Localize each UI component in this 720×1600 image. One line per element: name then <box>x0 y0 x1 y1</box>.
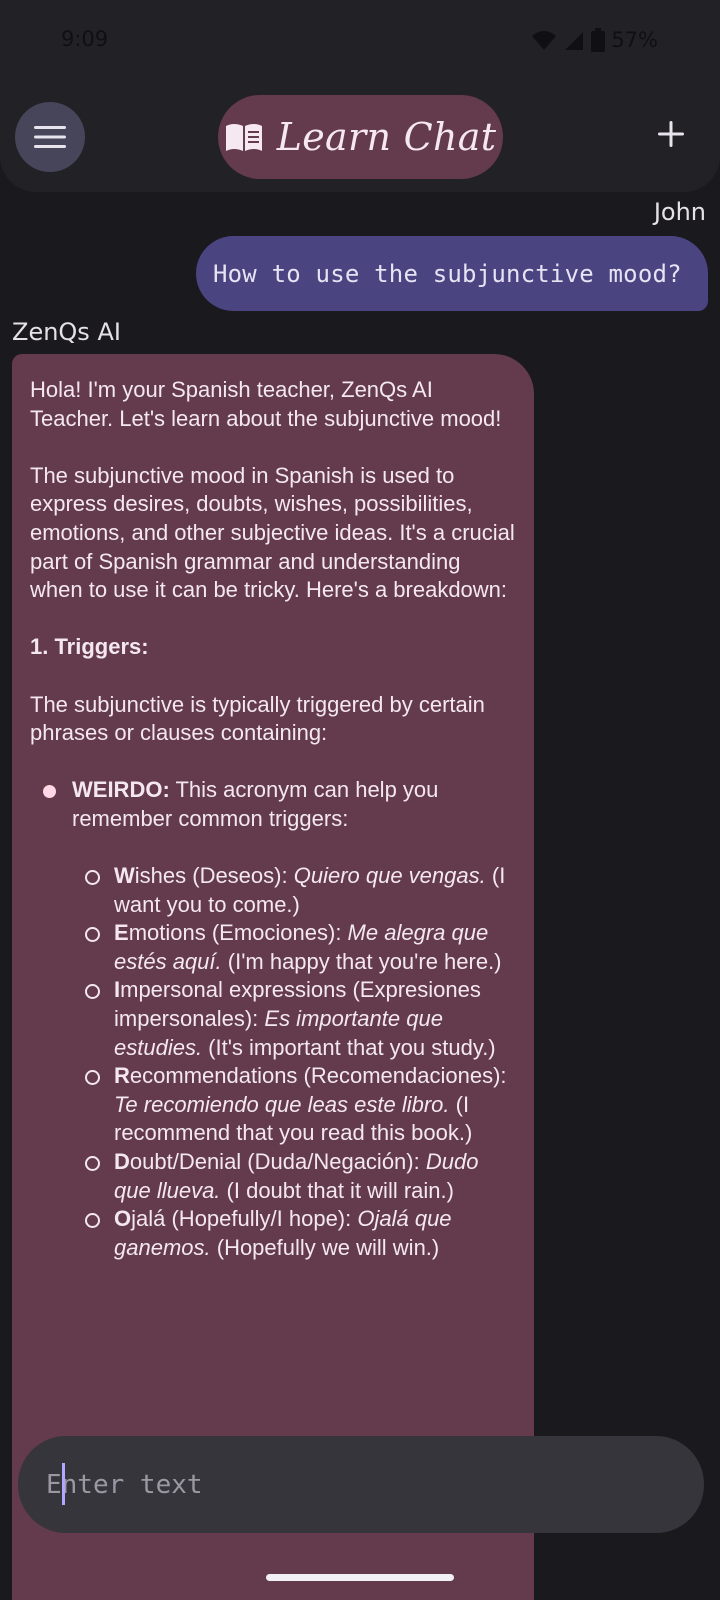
list-item: Ojalá (Hopefully/I hope): Ojalá que gane… <box>72 1205 516 1262</box>
title-pill: Learn Chat <box>218 95 503 179</box>
list-item: Recommendations (Recomendaciones): Te re… <box>72 1062 516 1148</box>
battery-percent: 57% <box>611 28 658 52</box>
trigger-list: WEIRDO: This acronym can help you rememb… <box>30 776 516 1262</box>
plus-icon <box>658 121 684 147</box>
app-bar: Learn Chat <box>0 80 720 192</box>
ai-message-bubble: Hola! I'm your Spanish teacher, ZenQs AI… <box>12 354 534 1600</box>
open-book-icon <box>225 124 262 151</box>
user-message-text: How to use the subjunctive mood? <box>213 259 682 288</box>
trigger-intro-paragraph: The subjunctive is typically triggered b… <box>30 691 485 746</box>
ai-message-content: Hola! I'm your Spanish teacher, ZenQs AI… <box>30 376 516 1262</box>
message-input-container[interactable] <box>18 1436 704 1533</box>
list-item: Wishes (Deseos): Quiero que vengas. (I w… <box>72 862 516 919</box>
section-heading: 1. Triggers: <box>30 634 149 660</box>
battery-icon <box>591 28 606 52</box>
ai-sender-name: ZenQs AI <box>12 318 121 346</box>
list-item: WEIRDO: This acronym can help you rememb… <box>30 776 516 1262</box>
user-sender-name: John <box>653 198 706 226</box>
menu-button[interactable] <box>15 102 85 172</box>
new-chat-button[interactable] <box>643 106 699 162</box>
status-time: 9:09 <box>61 27 109 51</box>
bullet-ring-icon <box>85 1213 100 1229</box>
bullet-ring-icon <box>85 1070 100 1086</box>
hamburger-menu-icon <box>34 126 66 148</box>
weirdo-list: Wishes (Deseos): Quiero que vengas. (I w… <box>72 862 516 1262</box>
user-message-bubble: How to use the subjunctive mood? <box>196 236 708 311</box>
status-bar: 9:09 57% <box>0 0 720 80</box>
bullet-ring-icon <box>85 1156 100 1172</box>
ai-explanation-paragraph: The subjunctive mood in Spanish is used … <box>30 462 515 603</box>
text-caret <box>62 1463 65 1505</box>
bullet-ring-icon <box>85 870 100 886</box>
status-icons: 57% <box>531 25 658 55</box>
wifi-icon <box>532 31 557 50</box>
list-item: Doubt/Denial (Duda/Negación): Dudo que l… <box>72 1148 516 1205</box>
bullet-ring-icon <box>85 927 100 943</box>
home-indicator[interactable] <box>266 1574 454 1581</box>
cell-signal-icon <box>565 32 584 50</box>
bullet-ring-icon <box>85 984 100 1000</box>
list-item: Impersonal expressions (Expresiones impe… <box>72 976 516 1062</box>
message-input[interactable] <box>46 1469 646 1500</box>
bullet-dot-icon <box>43 785 56 799</box>
bullet-term: WEIRDO: <box>72 777 170 803</box>
app-title: Learn Chat <box>276 115 497 159</box>
list-item: Emotions (Emociones): Me alegra que esté… <box>72 919 516 976</box>
ai-intro-paragraph: Hola! I'm your Spanish teacher, ZenQs AI… <box>30 377 502 431</box>
